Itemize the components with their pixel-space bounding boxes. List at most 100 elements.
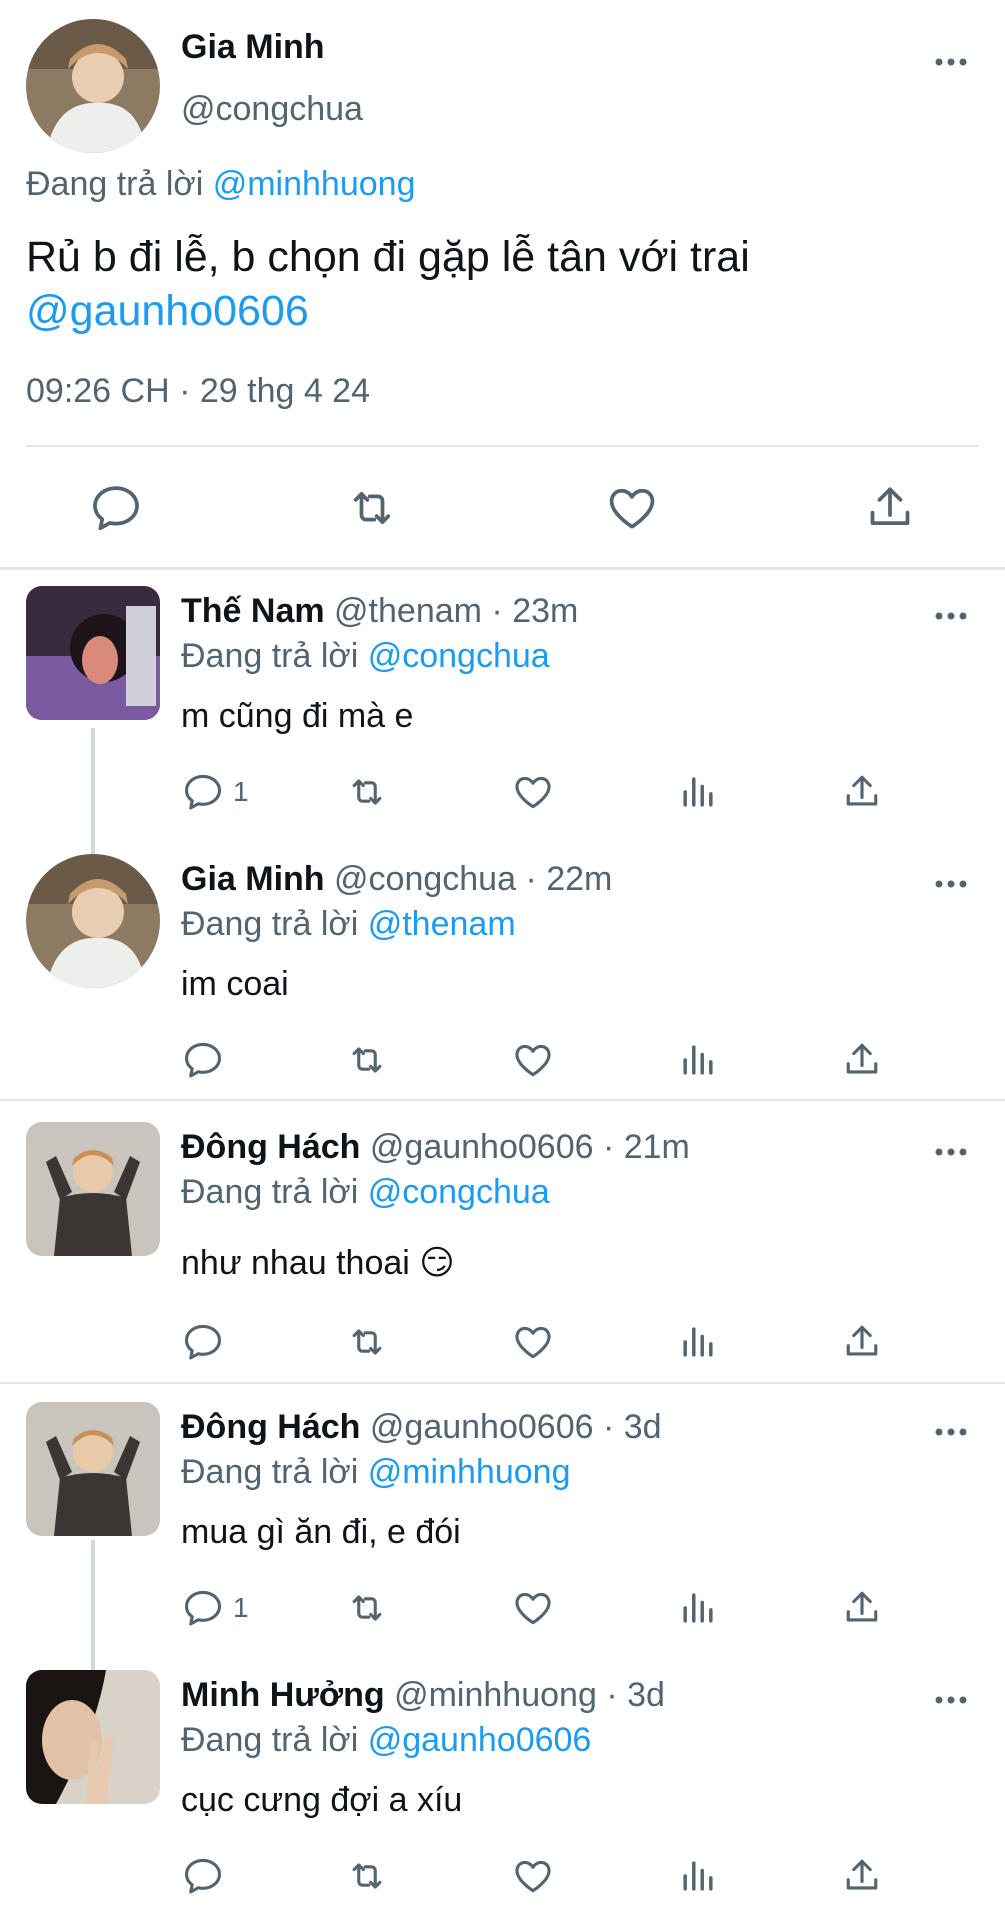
replying-to: Đang trả lời @congchua (181, 1173, 550, 1212)
views-icon[interactable] (676, 1318, 720, 1366)
like-icon[interactable] (604, 480, 660, 536)
author-name[interactable]: Đông Hách (181, 1408, 360, 1446)
retweet-icon[interactable] (345, 768, 389, 816)
replying-label: Đang trả lời (181, 1453, 359, 1491)
reply-icon (181, 770, 225, 814)
reply-header: Gia Minh @congchua · 22m (181, 860, 612, 899)
author-handle[interactable]: @gaunho0606 (370, 1408, 594, 1446)
author-handle[interactable]: @congchua (181, 90, 363, 129)
replying-mention-link[interactable]: @thenam (368, 905, 516, 943)
views-icon[interactable] (676, 768, 720, 816)
avatar[interactable] (26, 1122, 160, 1256)
author-handle[interactable]: @congchua (334, 860, 516, 898)
tweet-body: Rủ b đi lễ, b chọn đi gặp lễ tân với tra… (26, 233, 750, 281)
reply-count: 1 (233, 776, 249, 807)
more-icon[interactable] (931, 1412, 971, 1452)
reply-button[interactable] (181, 1852, 233, 1900)
replying-mention-link[interactable]: @congchua (368, 637, 550, 675)
share-icon[interactable] (840, 1318, 884, 1366)
replying-to: Đang trả lời @minhhuong (26, 165, 415, 204)
reply-icon[interactable] (88, 480, 144, 536)
replying-to: Đang trả lời @gaunho0606 (181, 1721, 591, 1760)
reply-text: im coai (181, 965, 289, 1003)
reply-icon (181, 1038, 225, 1082)
views-icon[interactable] (676, 1584, 720, 1632)
mention-link[interactable]: @gaunho0606 (26, 284, 976, 338)
reply-header: Đông Hách @gaunho0606 · 3d (181, 1408, 662, 1447)
replying-mention-link[interactable]: @congchua (368, 1173, 550, 1211)
reply-header: Đông Hách @gaunho0606 · 21m (181, 1128, 690, 1167)
like-icon[interactable] (511, 1318, 555, 1366)
share-icon[interactable] (862, 480, 918, 536)
reply-time: · 3d (602, 1408, 662, 1446)
replying-mention-link[interactable]: @minhhuong (368, 1453, 571, 1491)
like-icon[interactable] (511, 1036, 555, 1084)
more-icon[interactable] (931, 1680, 971, 1720)
author-name[interactable]: Đông Hách (181, 1128, 360, 1166)
author-name[interactable]: Thế Nam (181, 592, 325, 630)
reply-button[interactable]: 1 (181, 1584, 249, 1632)
retweet-icon[interactable] (345, 1036, 389, 1084)
share-icon[interactable] (840, 1036, 884, 1084)
like-icon[interactable] (511, 1852, 555, 1900)
tweet-timestamp: 09:26 CH · 29 thg 4 24 (26, 372, 371, 410)
divider (26, 445, 979, 447)
author-handle[interactable]: @minhhuong (394, 1676, 597, 1714)
reply-icon (181, 1586, 225, 1630)
replying-label: Đang trả lời (181, 1173, 359, 1211)
more-icon[interactable] (931, 596, 971, 636)
reply-button[interactable]: 1 (181, 768, 249, 816)
reply-text: như nhau thoai 😏 (181, 1244, 455, 1282)
views-icon[interactable] (676, 1036, 720, 1084)
replying-label: Đang trả lời (181, 905, 359, 943)
reply-text: mua gì ăn đi, e đói (181, 1513, 461, 1551)
divider (0, 1099, 1005, 1101)
replying-label: Đang trả lời (181, 637, 359, 675)
author-handle[interactable]: @thenam (334, 592, 482, 630)
share-icon[interactable] (840, 1584, 884, 1632)
more-icon[interactable] (931, 42, 971, 82)
share-icon[interactable] (840, 768, 884, 816)
author-name[interactable]: Gia Minh (181, 28, 325, 67)
replying-mention-link[interactable]: @minhhuong (213, 165, 416, 203)
avatar[interactable] (26, 586, 160, 720)
avatar[interactable] (26, 854, 160, 988)
reply-time: · 3d (606, 1676, 665, 1714)
reply-action-bar (0, 1318, 1005, 1366)
replying-mention-link[interactable]: @gaunho0606 (368, 1721, 592, 1759)
reply-text: m cũng đi mà e (181, 697, 414, 735)
share-icon[interactable] (840, 1852, 884, 1900)
avatar[interactable] (26, 19, 160, 153)
more-icon[interactable] (931, 864, 971, 904)
divider (0, 567, 1005, 570)
reply-icon (181, 1320, 225, 1364)
retweet-icon[interactable] (345, 1318, 389, 1366)
reply-button[interactable] (181, 1036, 233, 1084)
main-action-bar (0, 480, 1005, 536)
retweet-icon[interactable] (345, 1852, 389, 1900)
author-name[interactable]: Minh Hưởng (181, 1676, 385, 1714)
reply-action-bar (0, 1036, 1005, 1084)
reply-time: · 22m (525, 860, 613, 898)
reply-action-bar: 1 (0, 1584, 1005, 1632)
like-icon[interactable] (511, 768, 555, 816)
replying-label: Đang trả lời (26, 165, 204, 203)
more-icon[interactable] (931, 1132, 971, 1172)
views-icon[interactable] (676, 1852, 720, 1900)
like-icon[interactable] (511, 1584, 555, 1632)
avatar[interactable] (26, 1402, 160, 1536)
reply-time: · 21m (602, 1128, 690, 1166)
reply-count: 1 (233, 1592, 249, 1623)
reply-text: cục cưng đợi a xíu (181, 1781, 463, 1819)
author-name[interactable]: Gia Minh (181, 860, 325, 898)
avatar[interactable] (26, 1670, 160, 1804)
reply-header: Minh Hưởng @minhhuong · 3d (181, 1676, 665, 1715)
reply-button[interactable] (181, 1318, 233, 1366)
retweet-icon[interactable] (345, 1584, 389, 1632)
retweet-icon[interactable] (344, 480, 400, 536)
reply-icon (181, 1854, 225, 1898)
reply-time: · 23m (491, 592, 579, 630)
reply-header: Thế Nam @thenam · 23m (181, 592, 578, 631)
replying-to: Đang trả lời @minhhuong (181, 1453, 570, 1492)
author-handle[interactable]: @gaunho0606 (370, 1128, 594, 1166)
